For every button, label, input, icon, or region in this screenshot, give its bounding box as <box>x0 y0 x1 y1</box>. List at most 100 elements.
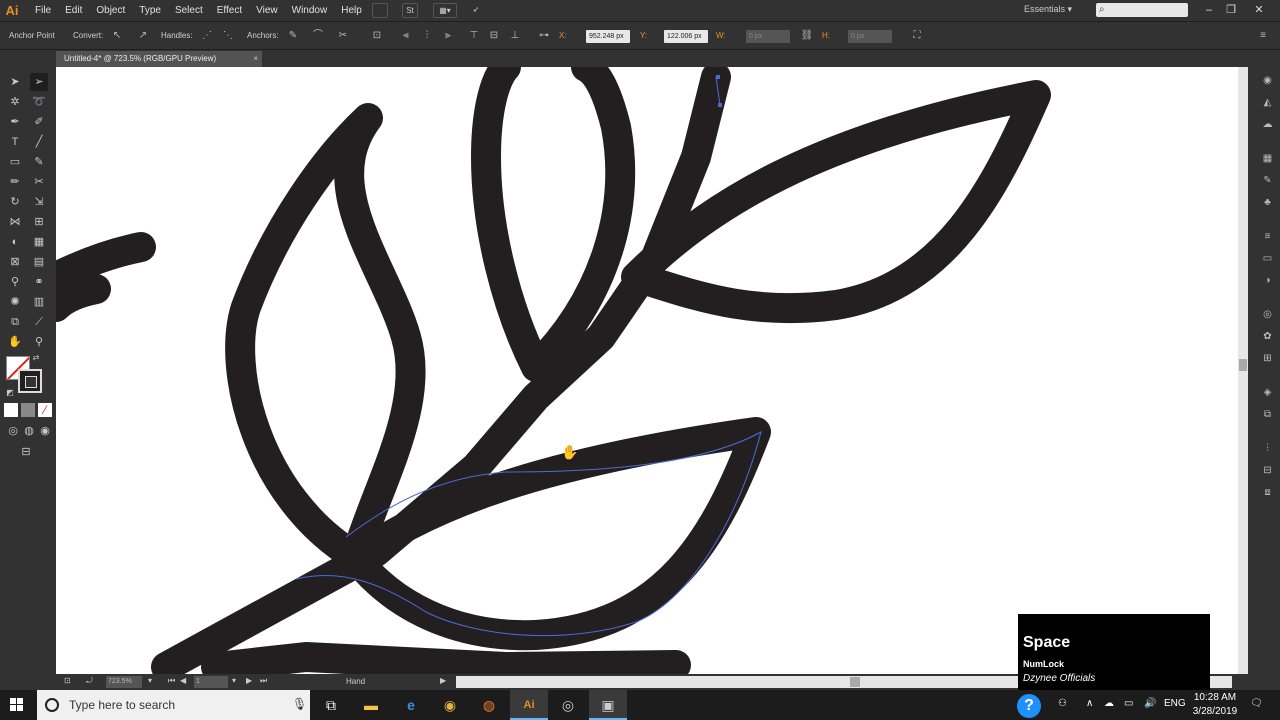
align-right-icon[interactable]: ⫸ <box>441 29 455 43</box>
clock-date[interactable]: 3/28/2019 <box>1192 706 1238 717</box>
draw-inside-icon[interactable]: ◉ <box>36 422 54 440</box>
rotate-view-icon[interactable]: ⤾ <box>86 676 93 686</box>
store-icon[interactable]: ▣ <box>589 690 627 720</box>
menu-view[interactable]: View <box>249 4 285 17</box>
graph-tool-icon[interactable]: ▥ <box>30 293 48 311</box>
w-field[interactable]: 0 px <box>746 30 790 43</box>
h-field[interactable]: 0 px <box>848 30 892 43</box>
artboard-tool-icon[interactable]: ⧉ <box>6 313 24 331</box>
curvature-tool-icon[interactable]: ✐ <box>30 113 48 131</box>
menu-file[interactable]: File <box>28 4 58 17</box>
default-colors-icon[interactable]: ◩ <box>4 387 16 399</box>
document-tab[interactable]: Untitled-4* @ 723.5% (RGB/GPU Preview) × <box>56 51 262 67</box>
first-artboard-icon[interactable]: ⏮ <box>168 676 175 686</box>
language-indicator[interactable]: ENG <box>1164 698 1186 709</box>
people-icon[interactable]: ⚇ <box>1058 698 1067 709</box>
cut-path-icon[interactable]: ✂ <box>336 29 350 43</box>
bridge-icon[interactable] <box>372 3 388 18</box>
swap-fill-stroke-icon[interactable]: ⇄ <box>30 352 42 364</box>
color-guide-icon[interactable]: ◭ <box>1260 95 1275 110</box>
align-panel-icon[interactable]: ⫶ <box>1260 441 1275 456</box>
shaper-tool-icon[interactable]: ✏ <box>6 173 24 191</box>
close-icon[interactable]: ✕ <box>1250 2 1268 18</box>
restore-icon[interactable]: ❐ <box>1222 2 1240 18</box>
align-top-icon[interactable]: ⊤ <box>467 29 481 43</box>
artboards-panel-icon[interactable]: ⧉ <box>1260 407 1275 422</box>
isolate-object-icon[interactable]: ⛶ <box>910 29 924 43</box>
eyedropper-tool-icon[interactable]: ⚲ <box>6 273 24 291</box>
stroke-swatch[interactable] <box>18 369 42 393</box>
leaf-branch-artwork[interactable]: ✋ <box>56 67 1238 674</box>
symbols-icon[interactable]: ♣ <box>1260 195 1275 210</box>
shape-builder-tool-icon[interactable]: ◐ <box>6 233 24 251</box>
symbol-sprayer-tool-icon[interactable]: ✺ <box>6 293 24 311</box>
zoom-tool-icon[interactable]: ⚲ <box>30 333 48 351</box>
color-mode-icon[interactable] <box>4 403 18 417</box>
anchor-point[interactable] <box>718 103 722 107</box>
transform-panel-icon[interactable]: ⊞ <box>1260 351 1275 366</box>
direct-selection-tool-icon[interactable]: ➢ <box>30 73 48 91</box>
stock-icon[interactable]: St <box>402 3 418 18</box>
artboard-canvas[interactable]: ✋ <box>56 67 1238 674</box>
selection-tool-icon[interactable]: ➤ <box>6 73 24 91</box>
transform-alt-icon[interactable]: ⧈ <box>1260 485 1275 500</box>
perspective-grid-tool-icon[interactable]: ▦ <box>30 233 48 251</box>
x-field[interactable]: 952.248 px <box>586 30 630 43</box>
layers-icon[interactable]: ◈ <box>1260 385 1275 400</box>
pathfinder-icon[interactable]: ⊟ <box>1260 463 1275 478</box>
anchor-point[interactable] <box>716 75 720 79</box>
screen-mode-icon[interactable]: ⊟ <box>16 443 36 461</box>
graphic-styles-icon[interactable]: ✿ <box>1260 329 1275 344</box>
pen-tool-icon[interactable]: ✒ <box>6 113 24 131</box>
start-button[interactable] <box>0 690 34 720</box>
lasso-tool-icon[interactable]: ➰ <box>30 93 48 111</box>
y-field[interactable]: 122.006 px <box>664 30 708 43</box>
type-tool-icon[interactable]: T <box>6 133 24 151</box>
remove-anchor-icon[interactable]: ✎ <box>286 29 300 43</box>
connect-anchors-icon[interactable]: ⌒ <box>311 29 325 43</box>
width-tool-icon[interactable]: ⋈ <box>6 213 24 231</box>
chrome-icon[interactable]: ◉ <box>431 690 469 720</box>
zoom-level-field[interactable]: 723.5% <box>106 676 142 688</box>
panel-menu-icon[interactable]: ≡ <box>1256 29 1270 43</box>
network-icon[interactable]: ▭ <box>1124 698 1133 709</box>
align-middle-icon[interactable]: ⊟ <box>487 29 501 43</box>
free-transform-tool-icon[interactable]: ⊞ <box>30 213 48 231</box>
convert-corner-icon[interactable]: ↖ <box>110 29 124 43</box>
firefox-icon[interactable]: ◍ <box>470 690 508 720</box>
align-to-icon[interactable]: ⊡ <box>370 29 384 43</box>
libraries-icon[interactable]: ☁ <box>1260 117 1275 132</box>
brushes-icon[interactable]: ✎ <box>1260 173 1275 188</box>
file-explorer-icon[interactable]: ▬ <box>352 690 390 720</box>
horizontal-scroll-thumb[interactable] <box>850 677 860 687</box>
hide-handles-icon[interactable]: ⋱ <box>221 29 235 43</box>
taskbar-search[interactable]: Type here to search 🎙 <box>37 690 310 720</box>
artboard-dropdown-icon[interactable]: ▾ <box>232 676 236 685</box>
zoom-dropdown-icon[interactable]: ▾ <box>148 676 152 685</box>
menu-effect[interactable]: Effect <box>210 4 249 17</box>
vertical-scrollbar[interactable] <box>1238 67 1248 674</box>
status-menu-icon[interactable]: ▶ <box>440 676 446 685</box>
menu-select[interactable]: Select <box>168 4 210 17</box>
close-tab-icon[interactable]: × <box>253 51 258 67</box>
edge-icon[interactable]: e <box>392 690 430 720</box>
search-input[interactable]: ⌕ <box>1096 3 1188 17</box>
magic-wand-tool-icon[interactable]: ✲ <box>6 93 24 111</box>
minimize-icon[interactable]: – <box>1200 2 1218 18</box>
artboard-number-field[interactable]: 1 <box>194 676 228 688</box>
gradient-tool-icon[interactable]: ▤ <box>30 253 48 271</box>
menu-type[interactable]: Type <box>132 4 168 17</box>
prev-artboard-icon[interactable]: ◀ <box>180 676 186 685</box>
action-center-icon[interactable]: 🗨 <box>1250 698 1263 709</box>
color-panel-icon[interactable]: ◉ <box>1260 73 1275 88</box>
line-tool-icon[interactable]: ╱ <box>30 133 48 151</box>
workspace-switcher[interactable]: Essentials ▾ <box>1024 4 1072 15</box>
next-artboard-icon[interactable]: ▶ <box>246 676 252 685</box>
gradient-mode-icon[interactable] <box>21 403 35 417</box>
show-handles-icon[interactable]: ⋰ <box>200 29 214 43</box>
hand-tool-icon[interactable]: ✋ <box>6 333 24 351</box>
swatches-icon[interactable]: ▦ <box>1260 151 1275 166</box>
clock-time[interactable]: 10:28 AM <box>1192 692 1238 703</box>
convert-smooth-icon[interactable]: ↗ <box>136 29 150 43</box>
task-view-icon[interactable]: ⧉ <box>312 690 350 720</box>
